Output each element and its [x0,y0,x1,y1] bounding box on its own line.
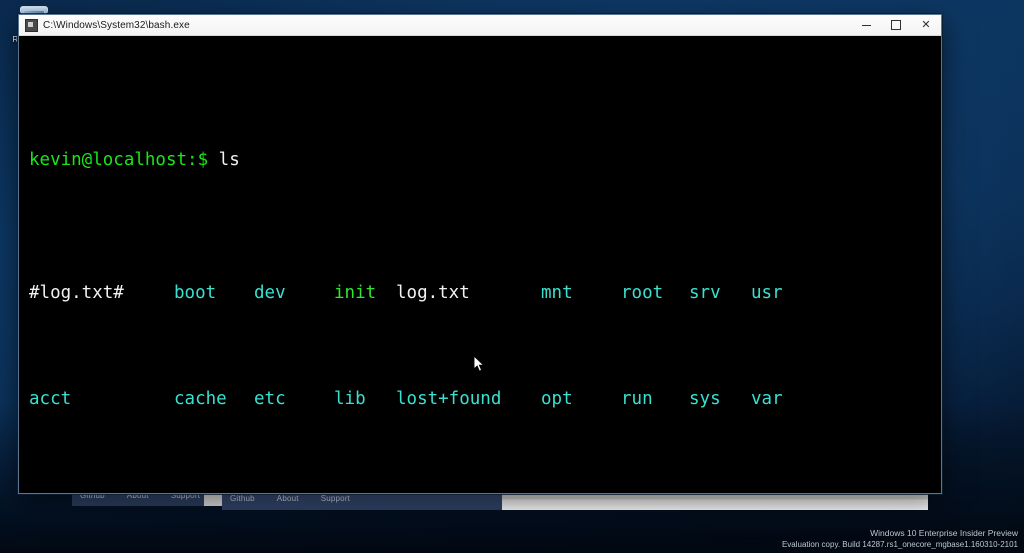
minimize-icon [861,24,871,26]
ls-entry: sys [689,388,721,409]
terminal-output[interactable]: kevin@localhost:$ ls #log.txt# boot dev ini… [19,36,941,493]
console-window[interactable]: C:\Windows\System32\bash.exe ✕ kevin@loc… [18,14,942,494]
ls-output-row: bindatahomelib64mediaprocsbintmp [29,492,941,494]
ls-entry: media [396,492,541,494]
ls-entry: lost+found [396,388,502,409]
ls-entry: sbin [621,492,689,494]
maximize-button[interactable] [881,15,911,36]
close-button[interactable]: ✕ [911,15,941,36]
ls-entry: log.txt [396,282,470,303]
ls-entry: acct [29,388,72,409]
ls-entry: opt [541,388,573,409]
ls-entry: cache [174,388,227,409]
ls-entry: lib [334,388,366,409]
ls-entry: srv [689,282,721,303]
window-title: C:\Windows\System32\bash.exe [43,19,190,31]
windows-activation-watermark: Windows 10 Enterprise Insider Preview Ev… [782,528,1018,550]
watermark-edition: Windows 10 Enterprise Insider Preview [870,528,1018,538]
nav-link-support[interactable]: Support [321,494,350,503]
desktop[interactable]: Recycle Bin Github About Support Github … [0,0,1024,553]
nav-link-github[interactable]: Github [230,494,255,503]
ls-entry: mnt [541,282,573,303]
ls-entry: boot [174,282,217,303]
ls-entry: home [254,492,334,494]
watermark-build: Evaluation copy. Build 14287.rs1_onecore… [781,540,1018,549]
ls-output-row: #log.txt# boot dev init log.txt mnt root srv usr [29,280,941,307]
close-icon: ✕ [921,18,931,31]
ls-entry: bin [29,492,174,494]
minimize-button[interactable] [851,15,881,36]
console-app-icon [25,18,38,32]
ls-entry: #log.txt# [29,282,124,303]
ls-entry: etc [254,388,286,409]
ls-entry: proc [541,492,621,494]
ls-entry-sticky: tmp [689,492,751,494]
ls-entry: var [751,388,783,409]
ls-entry: init [334,282,377,303]
maximize-icon [891,20,901,30]
ls-output-row: acct cache etc lib lost+found opt run sys var [29,386,941,413]
terminal-line: kevin@localhost:$ ls [29,147,941,174]
terminal-command: ls [218,150,240,170]
ls-entry: run [621,388,653,409]
title-bar[interactable]: C:\Windows\System32\bash.exe ✕ [19,15,941,36]
shell-prompt: kevin@localhost:$ [29,150,209,170]
ls-entry: root [621,282,664,303]
nav-link-about[interactable]: About [277,494,299,503]
ls-entry: dev [254,282,286,303]
ls-entry: data [174,492,254,494]
ls-entry: usr [751,282,783,303]
ls-entry: lib64 [334,492,396,494]
